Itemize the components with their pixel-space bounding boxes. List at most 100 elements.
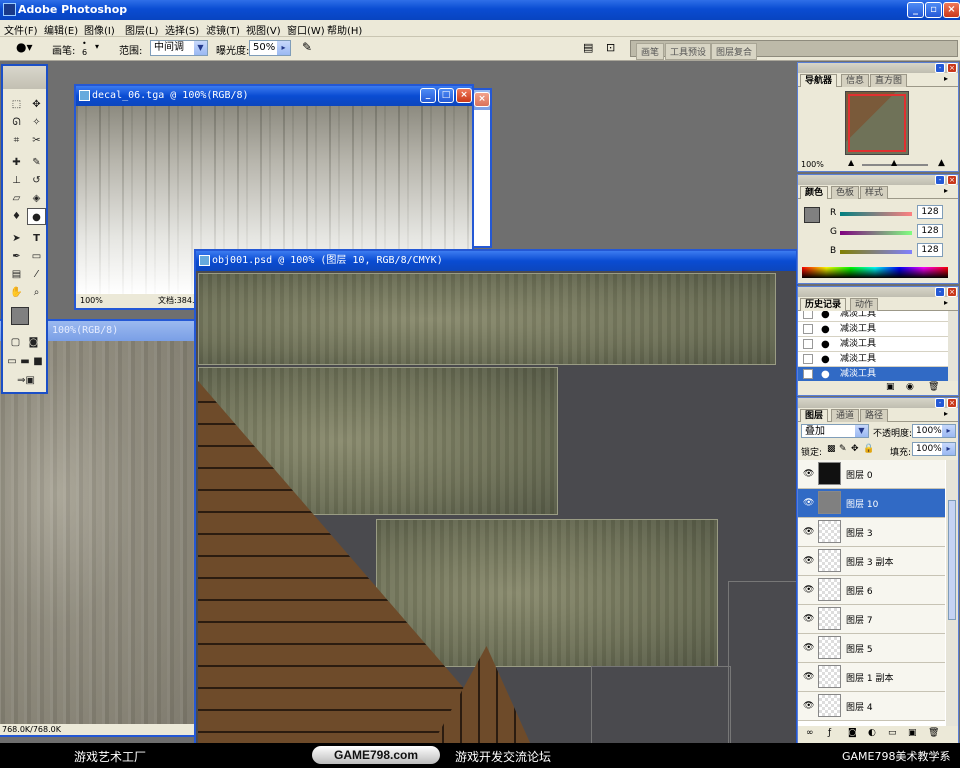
history-item[interactable]: ● 减淡工具 — [798, 322, 948, 337]
layer-row[interactable]: 👁 图层 4 — [798, 692, 945, 721]
screen-mode-full-icon[interactable]: ■ — [31, 353, 45, 370]
panel-menu-icon[interactable]: ▸ — [944, 186, 948, 195]
minimize-icon[interactable]: - — [935, 63, 945, 73]
maximize-icon[interactable]: □ — [438, 88, 454, 103]
menu-help[interactable]: 帮助(H) — [327, 22, 362, 37]
screen-mode-menu-icon[interactable]: ▬ — [18, 353, 32, 370]
hand-tool-icon[interactable]: ✋ — [7, 284, 26, 301]
dodge-tool-preset-icon[interactable]: ●▾ — [16, 40, 33, 54]
tab-layers[interactable]: 图层 — [800, 409, 829, 422]
document-window-obj001[interactable]: obj001.psd @ 100% (图层 10, RGB/8/CMYK) — [194, 249, 798, 745]
close-icon[interactable]: × — [947, 287, 957, 297]
zoom-slider-thumb-icon[interactable]: ▲ — [891, 158, 897, 167]
tab-history[interactable]: 历史记录 — [800, 298, 847, 311]
tab-info[interactable]: 信息 — [841, 74, 870, 87]
tab-paths[interactable]: 路径 — [860, 409, 889, 422]
move-tool-icon[interactable]: ✥ — [27, 96, 46, 113]
layer-row[interactable]: 👁 图层 1 副本 — [798, 663, 945, 692]
menu-image[interactable]: 图像(I) — [84, 22, 115, 37]
history-item[interactable]: ● 减淡工具 — [798, 352, 948, 367]
channel-r-slider[interactable] — [840, 212, 912, 216]
channel-b-slider[interactable] — [840, 250, 912, 254]
range-select[interactable]: 中间调 ▼ — [150, 40, 208, 56]
lock-all-icon[interactable]: 🔒 — [863, 444, 874, 454]
visibility-eye-icon[interactable]: 👁 — [803, 701, 814, 711]
scrollbar-thumb[interactable] — [948, 500, 956, 620]
eyedropper-icon[interactable]: ⁄ — [27, 266, 46, 283]
lock-transparent-icon[interactable]: ▩ — [827, 444, 836, 454]
view-box[interactable] — [848, 94, 906, 152]
fill-field[interactable]: 100% ▸ — [912, 442, 956, 456]
notes-tool-icon[interactable]: ▤ — [7, 266, 26, 283]
tab-actions[interactable]: 动作 — [850, 298, 879, 311]
jump-to-imageready-icon[interactable]: ⇒▣ — [7, 372, 45, 389]
panel-menu-icon[interactable]: ▸ — [944, 298, 948, 307]
brush-picker[interactable]: • 6 — [82, 39, 87, 57]
lock-position-icon[interactable]: ✥ — [851, 444, 859, 454]
history-brush-icon[interactable]: ↺ — [27, 172, 46, 189]
panel-menu-icon[interactable]: ▸ — [944, 74, 948, 83]
blur-tool-icon[interactable]: ♦ — [7, 208, 26, 225]
well-tab-brushes[interactable]: 画笔 — [636, 43, 665, 60]
blend-mode-select[interactable]: 叠加 ▼ — [801, 424, 869, 438]
clone-stamp-icon[interactable]: ⊥ — [7, 172, 26, 189]
mask-icon[interactable]: ◙ — [848, 728, 857, 738]
panel-header[interactable]: - × — [798, 287, 958, 297]
document-canvas[interactable] — [0, 341, 194, 724]
channel-b-value[interactable]: 128 — [917, 243, 943, 257]
opacity-field[interactable]: 100% ▸ — [912, 424, 956, 438]
layer-row[interactable]: 👁 图层 5 — [798, 634, 945, 663]
exposure-field[interactable]: 50% ▸ — [249, 40, 291, 56]
tab-color[interactable]: 颜色 — [800, 186, 829, 199]
tab-styles[interactable]: 样式 — [860, 186, 889, 199]
layer-row-selected[interactable]: 👁 图层 10 — [798, 489, 945, 518]
menu-filter[interactable]: 滤镜(T) — [206, 22, 240, 37]
minimize-icon[interactable]: - — [935, 398, 945, 408]
panel-header[interactable]: - × — [798, 398, 958, 408]
layer-row[interactable]: 👁 图层 3 副本 — [798, 547, 945, 576]
minimize-icon[interactable]: - — [935, 175, 945, 185]
link-icon[interactable]: ∞ — [806, 728, 814, 738]
new-group-icon[interactable]: ▭ — [888, 728, 897, 738]
panel-header[interactable]: - × — [798, 63, 958, 73]
menu-select[interactable]: 选择(S) — [165, 22, 199, 37]
snapshot-icon[interactable]: ◉ — [906, 382, 914, 392]
history-item[interactable]: ● 减淡工具 — [798, 311, 948, 322]
visibility-eye-icon[interactable]: 👁 — [803, 614, 814, 624]
menu-window[interactable]: 窗口(W) — [287, 22, 325, 37]
file-browser-icon[interactable]: ▤ — [583, 41, 593, 54]
type-tool-icon[interactable]: T — [27, 230, 46, 247]
delete-layer-icon[interactable]: 🗑 — [928, 728, 939, 738]
lock-image-icon[interactable]: ✎ — [839, 444, 847, 454]
minimize-icon[interactable]: - — [935, 287, 945, 297]
close-icon[interactable]: × — [947, 175, 957, 185]
foreground-color-swatch[interactable] — [11, 307, 29, 325]
layer-row[interactable]: 👁 图层 0 — [798, 460, 945, 489]
menu-layer[interactable]: 图层(L) — [125, 22, 158, 37]
tab-swatches[interactable]: 色板 — [831, 186, 860, 199]
minimize-button[interactable]: _ — [907, 2, 924, 18]
magic-wand-icon[interactable]: ✧ — [27, 114, 46, 131]
slice-tool-icon[interactable]: ✂ — [27, 132, 46, 149]
lasso-tool-icon[interactable]: ᘏ — [7, 114, 26, 131]
pen-tool-icon[interactable]: ✒ — [7, 248, 26, 265]
paint-bucket-icon[interactable]: ◈ — [27, 190, 46, 207]
visibility-eye-icon[interactable]: 👁 — [803, 527, 814, 537]
toolbox-grip[interactable] — [3, 66, 46, 89]
dodge-tool-icon[interactable]: ● — [27, 208, 46, 225]
layers-scrollbar[interactable] — [946, 460, 958, 726]
zoom-tool-icon[interactable]: ⌕ — [27, 284, 46, 301]
obj-canvas[interactable] — [196, 271, 796, 745]
visibility-eye-icon[interactable]: 👁 — [803, 556, 814, 566]
shape-tool-icon[interactable]: ▭ — [27, 248, 46, 265]
delete-state-icon[interactable]: 🗑 — [928, 382, 939, 392]
color-ramp[interactable] — [802, 267, 948, 278]
visibility-eye-icon[interactable]: 👁 — [803, 585, 814, 595]
menu-view[interactable]: 视图(V) — [246, 22, 281, 37]
channel-g-value[interactable]: 128 — [917, 224, 943, 238]
path-select-icon[interactable]: ➤ — [7, 230, 26, 247]
screen-mode-standard-icon[interactable]: ▭ — [5, 353, 19, 370]
close-icon[interactable]: × — [947, 398, 957, 408]
palette-icon[interactable]: ⊡ — [606, 41, 615, 54]
airbrush-icon[interactable]: ✎ — [302, 40, 312, 54]
